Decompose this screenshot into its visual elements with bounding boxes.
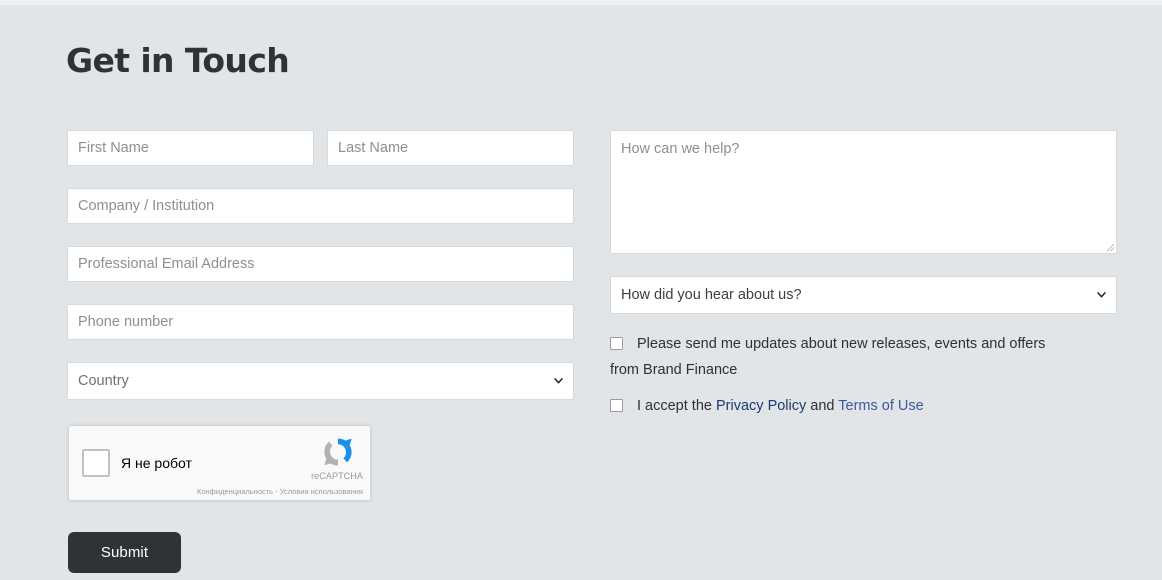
recaptcha-brand-label: reCAPTCHA <box>311 471 363 481</box>
accept-terms-checkbox[interactable] <box>610 399 623 412</box>
submit-button[interactable]: Submit <box>68 532 181 573</box>
updates-consent-label-line2: from Brand Finance <box>610 362 738 378</box>
updates-consent-row[interactable]: Please send me updates about new release… <box>610 331 1117 383</box>
phone-input[interactable] <box>67 304 574 340</box>
recaptcha-logo-icon <box>324 438 352 466</box>
hear-about-us-row: How did you hear about us? <box>610 276 1117 314</box>
accept-terms-prefix: I accept the <box>637 398 716 414</box>
form-right-column: How did you hear about us? Please send m… <box>610 130 1117 419</box>
recaptcha-widget[interactable]: Я не робот reCAPTCHA Конфиденциальность … <box>68 425 371 501</box>
updates-consent-label-line1: Please send me updates about new release… <box>637 336 1046 352</box>
country-row: Country <box>67 362 574 400</box>
terms-of-use-link[interactable]: Terms of Use <box>838 398 923 414</box>
form-left-column: Country <box>67 130 574 400</box>
accept-terms-conjunction: and <box>806 398 839 414</box>
country-select[interactable]: Country <box>67 362 574 400</box>
recaptcha-terms-label: Конфиденциальность - Условия использован… <box>197 487 363 496</box>
company-input[interactable] <box>67 188 574 224</box>
first-name-input[interactable] <box>67 130 314 166</box>
phone-row <box>67 304 574 340</box>
last-name-input[interactable] <box>327 130 574 166</box>
email-row <box>67 246 574 282</box>
name-row <box>67 130 574 166</box>
company-row <box>67 188 574 224</box>
message-row <box>610 130 1117 254</box>
message-textarea[interactable] <box>610 130 1117 254</box>
privacy-policy-link[interactable]: Privacy Policy <box>716 398 806 414</box>
email-input[interactable] <box>67 246 574 282</box>
updates-consent-checkbox[interactable] <box>610 337 623 350</box>
recaptcha-label: Я не робот <box>121 455 192 471</box>
page-title: Get in Touch <box>66 41 290 80</box>
contact-page: Get in Touch Country <box>0 5 1162 580</box>
hear-about-us-select[interactable]: How did you hear about us? <box>610 276 1117 314</box>
accept-terms-row[interactable]: I accept the Privacy Policy and Terms of… <box>610 393 1117 419</box>
recaptcha-checkbox[interactable] <box>82 449 110 477</box>
